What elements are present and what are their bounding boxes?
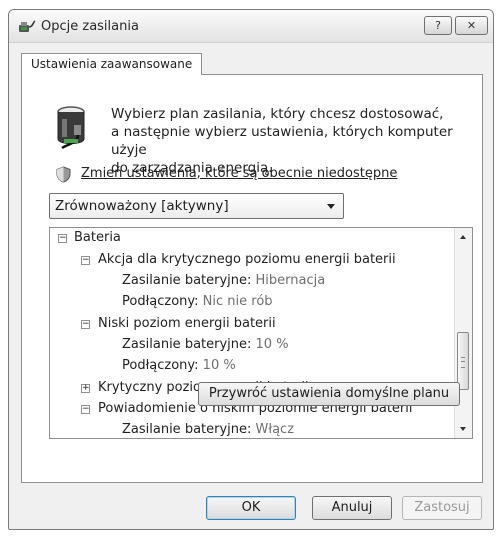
tree-setting-plugged[interactable]: Podłączony: 10 % <box>122 356 236 376</box>
tree-setting-battery[interactable]: Zasilanie bateryjne: 10 % <box>122 335 289 355</box>
scroll-down-icon[interactable] <box>455 421 472 438</box>
intro-line-2: a następnie wybierz ustawienia, których … <box>111 124 453 158</box>
help-button[interactable]: ? <box>424 16 452 35</box>
cancel-button[interactable]: Anuluj <box>312 496 392 520</box>
setting-value[interactable]: 10 % <box>203 358 236 373</box>
collapse-icon[interactable]: − <box>81 256 90 265</box>
setting-label: Zasilanie bateryjne: <box>122 422 256 437</box>
tree-setting-battery[interactable]: Zasilanie bateryjne: Włącz <box>122 420 295 438</box>
title-bar[interactable]: Opcje zasilania ? ✕ <box>9 10 493 43</box>
grip-icon <box>461 357 465 368</box>
setting-value[interactable]: 10 % <box>256 337 289 352</box>
change-unavailable-settings-link[interactable]: Zmień ustawienia, które są obecnie niedo… <box>81 166 397 181</box>
scrollbar-thumb[interactable] <box>457 332 469 390</box>
expand-icon[interactable]: + <box>81 384 90 393</box>
setting-label: Zasilanie bateryjne: <box>122 273 256 288</box>
setting-value[interactable]: Nic nie rób <box>203 294 273 309</box>
power-plan-value: Zrównoważony [aktywny] <box>55 198 229 214</box>
uac-shield-icon <box>56 166 71 183</box>
setting-value[interactable]: Hibernacja <box>256 273 326 288</box>
power-options-icon <box>19 20 36 32</box>
apply-button[interactable]: Zastosuj <box>402 496 482 520</box>
settings-tree[interactable]: − Bateria − Akcja dla krytycznego poziom… <box>49 227 473 439</box>
collapse-icon[interactable]: − <box>81 320 90 329</box>
tree-item-label: Bateria <box>74 230 121 245</box>
advanced-settings-panel: Wybierz plan zasilania, który chcesz dos… <box>21 74 483 483</box>
power-options-window: Opcje zasilania ? ✕ Ustawienia zaawansow… <box>8 9 494 530</box>
setting-label: Zasilanie bateryjne: <box>122 337 256 352</box>
battery-plug-icon <box>57 106 85 149</box>
close-button[interactable]: ✕ <box>455 16 488 35</box>
setting-value[interactable]: Włącz <box>256 422 295 437</box>
scroll-up-icon[interactable] <box>455 228 472 245</box>
setting-label: Podłączony: <box>122 358 203 373</box>
tree-setting-plugged[interactable]: Podłączony: Nic nie rób <box>122 292 273 312</box>
setting-label: Podłączony: <box>122 294 203 309</box>
tab-advanced-settings[interactable]: Ustawienia zaawansowane <box>21 53 203 75</box>
chevron-down-icon <box>327 204 335 209</box>
ok-button[interactable]: OK <box>206 496 296 520</box>
vertical-scrollbar[interactable] <box>454 228 472 438</box>
tree-setting-battery[interactable]: Zasilanie bateryjne: Hibernacja <box>122 271 325 291</box>
tree-item-label: Niski poziom energii baterii <box>98 316 276 331</box>
collapse-icon[interactable]: − <box>81 405 90 414</box>
restore-defaults-button[interactable]: Przywróć ustawienia domyślne planu <box>198 382 460 406</box>
window-title: Opcje zasilania <box>41 19 139 34</box>
intro-line-1: Wybierz plan zasilania, który chcesz dos… <box>111 106 444 122</box>
collapse-icon[interactable]: − <box>58 234 67 243</box>
tree-item-label: Akcja dla krytycznego poziomu energii ba… <box>98 252 396 267</box>
power-plan-select[interactable]: Zrównoważony [aktywny] <box>49 193 344 219</box>
